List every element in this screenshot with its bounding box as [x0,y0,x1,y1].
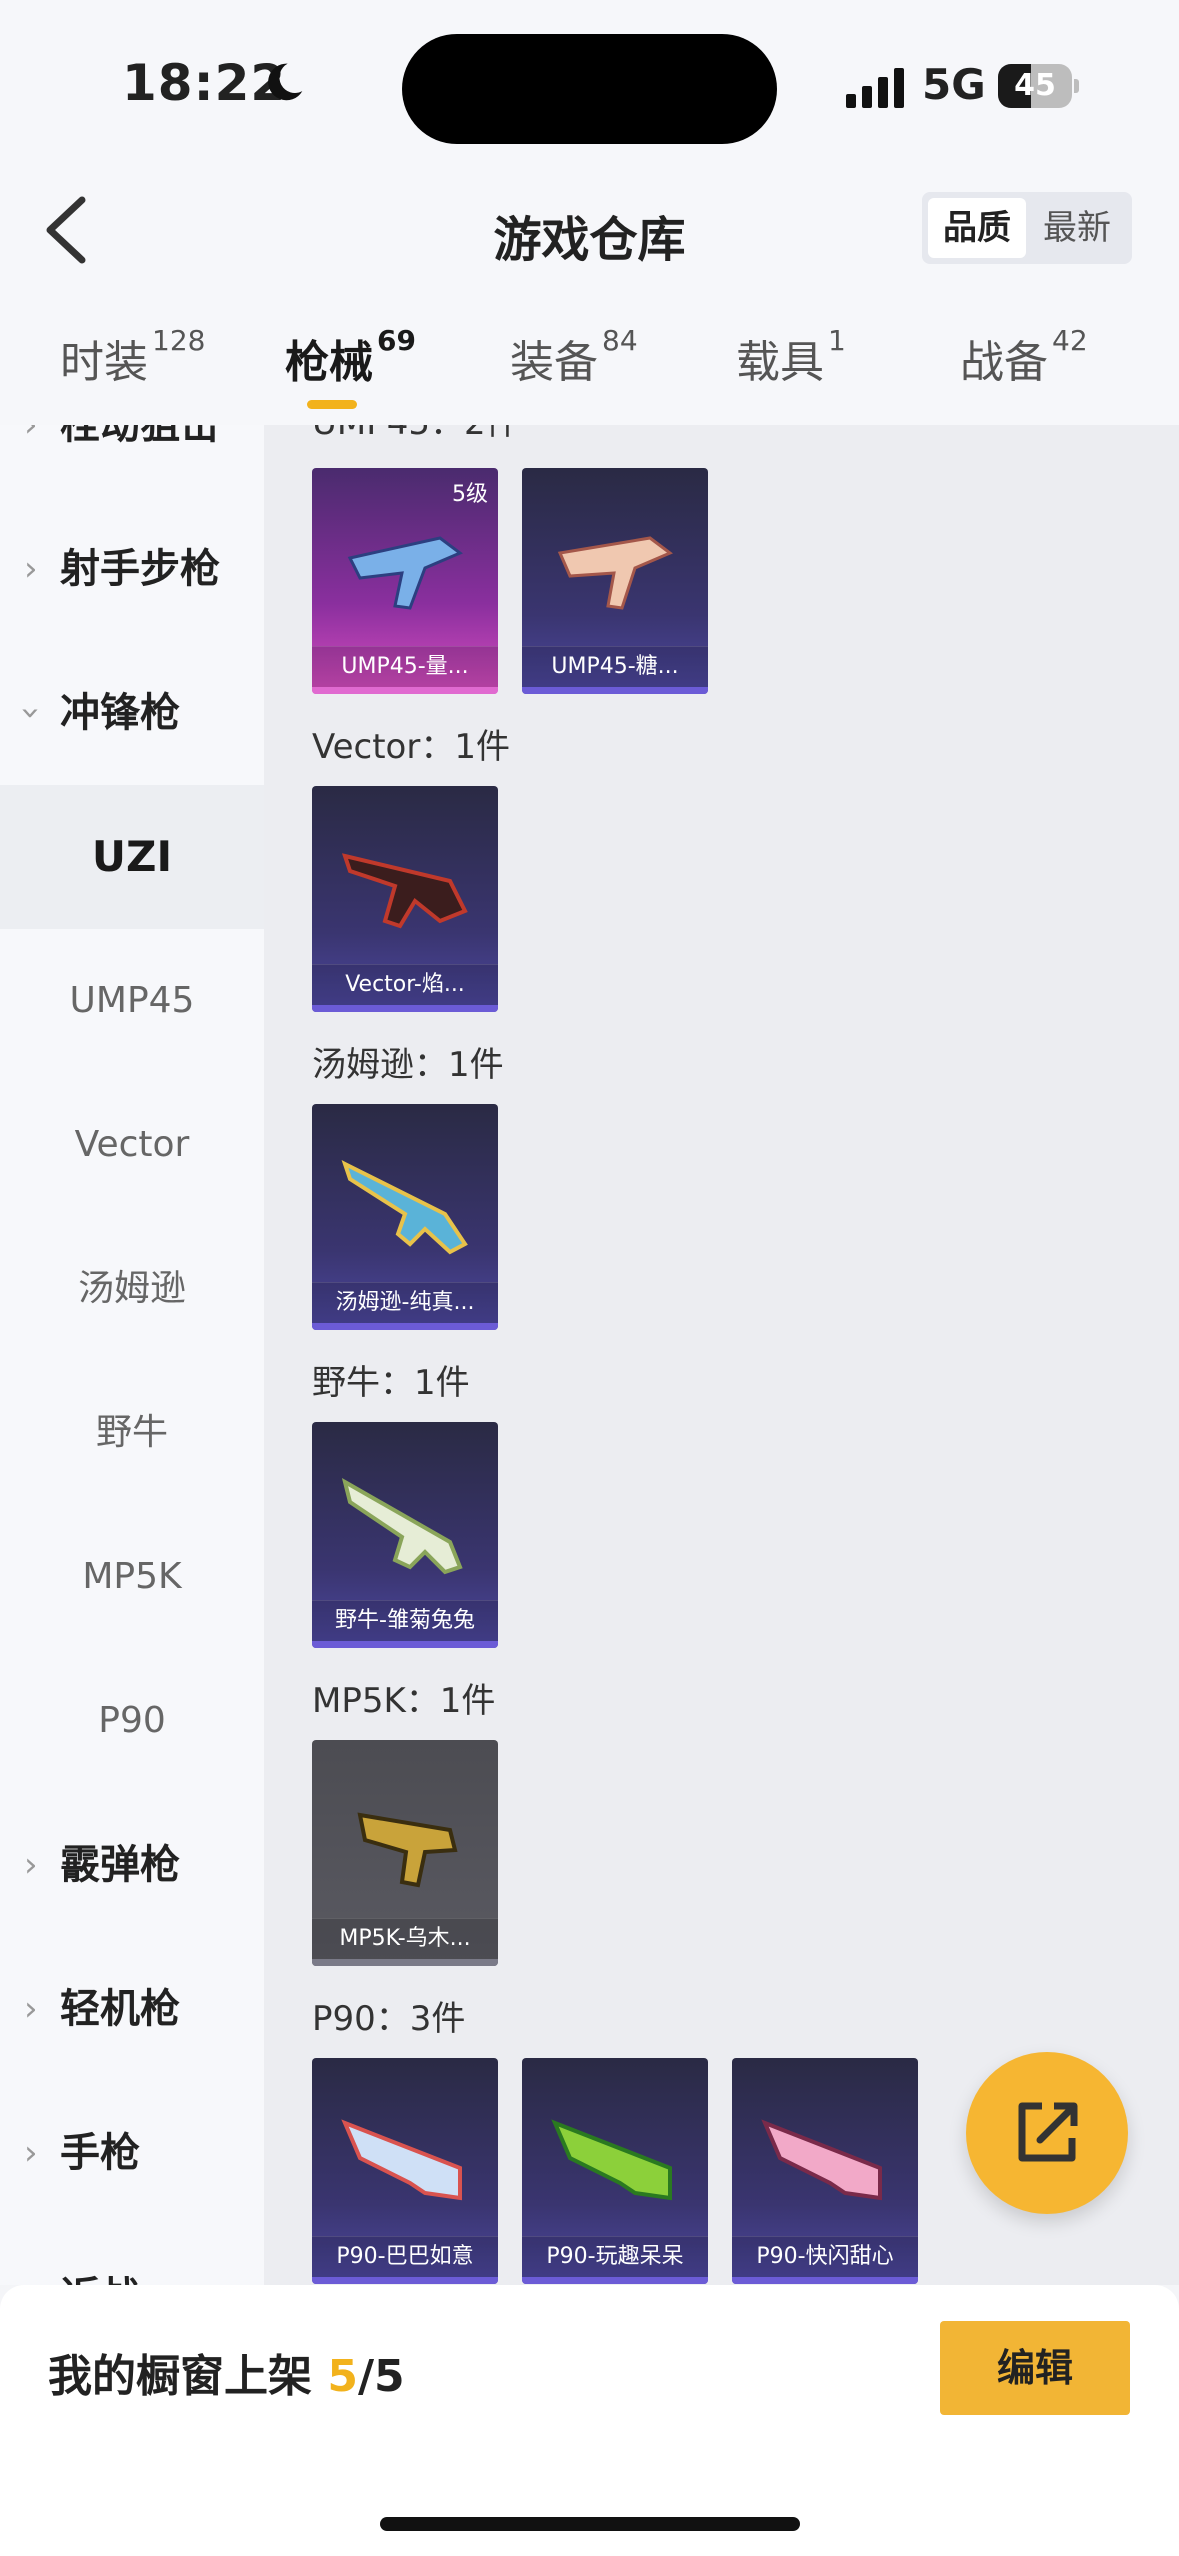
group-title-thompson: 汤姆逊：1件 [312,1045,504,1085]
smg-skin-icon [341,2119,462,2201]
smg-skin-icon [341,1477,463,1575]
weapon-skin-list: UMP45：2件 5级 UMP45-量... UMP45-糖... Vector… [264,425,1179,2285]
chevron-right-icon: › [24,549,38,589]
sidebar-item-pistol[interactable]: › 手枪 [0,2081,264,2225]
sort-latest-button[interactable]: 最新 [1028,198,1126,258]
skin-name: UMP45-糖... [522,646,708,687]
sidebar-sub-uzi[interactable]: UZI [0,785,264,929]
active-tab-indicator [307,400,357,409]
tab-supplies[interactable]: 战备 42 [960,324,1088,390]
sort-quality-button[interactable]: 品质 [928,198,1026,258]
group-title-ump45: UMP45：2件 [312,425,520,444]
sidebar-item-bolt-sniper[interactable]: › 栓动狙击 [0,425,264,497]
skin-card[interactable]: MP5K-乌木... [312,1740,498,1966]
edit-button[interactable]: 编辑 [940,2321,1130,2415]
chevron-right-icon: › [24,2225,38,2285]
chevron-right-icon: › [24,425,38,445]
sidebar-item-smg[interactable]: › 冲锋枪 [0,641,264,785]
chevron-right-icon: › [24,2133,38,2173]
skin-name: Vector-焰... [312,964,498,1005]
tab-equipment[interactable]: 装备 84 [510,324,638,390]
tab-fashion[interactable]: 时装 128 [60,324,205,390]
skin-name: 汤姆逊-纯真... [312,1282,498,1323]
skin-name: P90-巴巴如意 [312,2236,498,2277]
share-button[interactable] [966,2052,1128,2214]
share-icon [1018,2102,1078,2162]
smg-skin-icon [761,2119,882,2201]
battery-percent: 45 [1014,68,1056,103]
showcase-counter: 我的橱窗上架 5/5 [48,2351,405,2402]
battery-icon: 45 [998,64,1079,108]
group-title-mp5k: MP5K：1件 [312,1681,496,1721]
smg-skin-icon [551,2119,672,2201]
smg-skin-icon [341,1160,468,1255]
group-title-p90: P90：3件 [312,1999,466,2039]
signal-icon [846,68,904,108]
home-indicator [380,2517,800,2531]
group-title-vector: Vector：1件 [312,727,510,767]
skin-card[interactable]: P90-快闪甜心 [732,2058,918,2284]
group-title-bison: 野牛：1件 [312,1363,470,1403]
status-bar: 18:22 5G 45 [0,0,1179,170]
weapon-category-sidebar: › 栓动狙击 › 射手步枪 › 冲锋枪 UZI UMP45 Vector 汤姆逊… [0,425,264,2285]
chevron-right-icon: › [24,1989,38,2029]
skin-name: UMP45-量... [312,646,498,687]
sidebar-item-marksman-rifle[interactable]: › 射手步枪 [0,497,264,641]
sidebar-sub-mp5k[interactable]: MP5K [0,1505,264,1649]
category-tabs: 时装 128 枪械 69 装备 84 载具 1 战备 42 [0,290,1179,425]
skin-card[interactable]: Vector-焰... [312,786,498,1012]
sidebar-item-melee[interactable]: › 近战 [0,2225,264,2285]
sidebar-item-lmg[interactable]: › 轻机枪 [0,1937,264,2081]
sidebar-sub-bison[interactable]: 野牛 [0,1361,264,1505]
skin-card[interactable]: UMP45-糖... [522,468,708,694]
network-type: 5G [922,60,986,109]
sidebar-sub-p90[interactable]: P90 [0,1649,264,1793]
sidebar-item-shotgun[interactable]: › 霰弹枪 [0,1793,264,1937]
page-header: 游戏仓库 品质 最新 [0,170,1179,290]
sidebar-sub-ump45[interactable]: UMP45 [0,929,264,1073]
skin-name: 野牛-雏菊兔兔 [312,1600,498,1641]
smg-skin-icon [347,536,463,610]
tab-vehicles[interactable]: 载具 1 [736,324,846,390]
skin-card[interactable]: 汤姆逊-纯真... [312,1104,498,1330]
showcase-bar: 我的橱窗上架 5/5 编辑 [0,2285,1179,2556]
sidebar-sub-thompson[interactable]: 汤姆逊 [0,1217,264,1361]
skin-name: P90-快闪甜心 [732,2236,918,2277]
smg-skin-icon [341,853,468,929]
skin-card[interactable]: 5级 UMP45-量... [312,468,498,694]
tab-firearms[interactable]: 枪械 69 [285,324,416,390]
skin-card[interactable]: P90-巴巴如意 [312,2058,498,2284]
chevron-right-icon: › [24,1845,38,1885]
sort-toggle: 品质 最新 [922,192,1132,264]
smg-skin-icon [557,536,673,610]
dynamic-island [402,34,777,144]
smg-skin-icon [357,1812,458,1888]
skin-name: MP5K-乌木... [312,1918,498,1959]
sidebar-sub-vector[interactable]: Vector [0,1073,264,1217]
skin-card[interactable]: P90-玩趣呆呆 [522,2058,708,2284]
moon-icon [268,63,303,101]
skin-card[interactable]: 野牛-雏菊兔兔 [312,1422,498,1648]
skin-name: P90-玩趣呆呆 [522,2236,708,2277]
